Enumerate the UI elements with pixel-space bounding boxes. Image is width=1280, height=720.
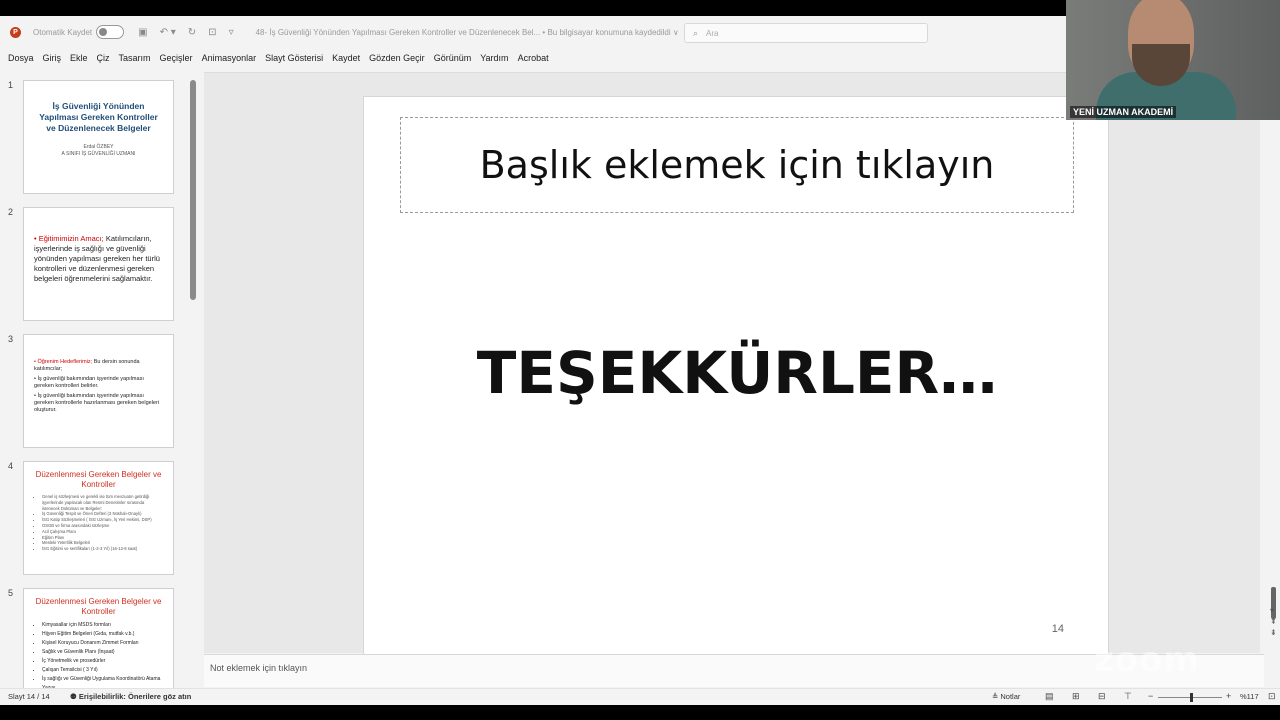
slide-thumbnail-4[interactable]: Düzenlenmesi Gereken Belgeler ve Kontrol… (23, 461, 174, 575)
search-box[interactable]: ⌕ Ara (684, 23, 928, 43)
zoom-level[interactable]: %117 (1240, 692, 1259, 701)
thumbnail-number: 5 (8, 588, 14, 598)
list-item: Çalışan Temsilcisi ( 3 Yıl) (42, 666, 163, 675)
slide-sorter-icon[interactable]: ⊞ (1072, 691, 1080, 702)
search-placeholder: Ara (706, 28, 719, 38)
thumbnail-lead: • Eğitimimizin Amacı; (34, 234, 104, 243)
list-item: İSG Eğitimi ve sertifikaları (1-2-3 Yıl)… (42, 546, 163, 552)
undo-icon[interactable]: ↶ ▾ (160, 27, 176, 38)
list-item: Sağlık ve Güvenlik Planı (İnşaat) (42, 648, 163, 657)
tab-kaydet[interactable]: Kaydet (332, 53, 360, 63)
tab-acrobat[interactable]: Acrobat (518, 53, 549, 63)
slide-thumbnail-3[interactable]: • Öğrenim Hedeflerimiz; Bu dersin sonund… (23, 334, 174, 448)
slide-thumbnail-1[interactable]: İş Güvenliği Yönünden Yapılması Gereken … (23, 80, 174, 194)
tab-gozden-gecir[interactable]: Gözden Geçir (369, 53, 425, 63)
current-slide: Başlık eklemek için tıklayın TEŞEKKÜRLER… (363, 96, 1109, 656)
zoom-in-icon[interactable]: + (1226, 691, 1231, 701)
title-placeholder-text: Başlık eklemek için tıklayın (479, 143, 995, 187)
tab-ekle[interactable]: Ekle (70, 53, 88, 63)
tab-gecisler[interactable]: Geçişler (160, 53, 193, 63)
thumbnail-number: 4 (8, 461, 14, 471)
webcam-name-label: YENİ UZMAN AKADEMİ (1070, 106, 1177, 118)
thumbnail-number: 1 (8, 80, 14, 90)
tab-gorunum[interactable]: Görünüm (434, 53, 472, 63)
present-icon[interactable]: ⊡ (208, 27, 216, 38)
autosave-label: Otomatik Kaydet (33, 27, 93, 37)
scroll-down-icon[interactable]: ▾ (1270, 606, 1274, 615)
tab-slayt-gosterisi[interactable]: Slayt Gösterisi (265, 53, 323, 63)
slide-thumbnail-5[interactable]: Düzenlenmesi Gereken Belgeler ve Kontrol… (23, 588, 174, 688)
autosave-toggle[interactable] (96, 25, 125, 39)
reading-view-icon[interactable]: ⊟ (1098, 691, 1106, 702)
thumbnail-role: A SINIFI İŞ GÜVENLİĞİ UZMANI (61, 151, 136, 157)
thumbnail-title: Düzenlenmesi Gereken Belgeler ve Kontrol… (35, 470, 162, 489)
search-icon: ⌕ (693, 27, 699, 38)
tab-ciz[interactable]: Çiz (97, 53, 110, 63)
thumbnail-author: Erdal ÖZBEY (83, 144, 114, 150)
thumbnail-number: 2 (8, 207, 14, 217)
slide-counter: Slayt 14 / 14 (8, 692, 50, 701)
accessibility-icon: ⚉ (70, 692, 79, 701)
thumbnail-lead: • Öğrenim Hedeflerimiz; (34, 359, 93, 365)
powerpoint-logo-icon: P (10, 26, 21, 38)
tab-tasarim[interactable]: Tasarım (119, 53, 151, 63)
redo-icon[interactable]: ↻ (188, 27, 196, 38)
list-item: Kişisel Koruyucu Donanım Zimmet Formları (42, 639, 163, 648)
tab-giris[interactable]: Giriş (43, 53, 62, 63)
save-icon[interactable]: ▣ (138, 27, 147, 38)
slideshow-view-icon[interactable]: ⊤ (1124, 691, 1132, 702)
fit-slide-icon[interactable]: ⊡ (1268, 691, 1276, 702)
tab-dosya[interactable]: Dosya (8, 53, 34, 63)
webcam-overlay: YENİ UZMAN AKADEMİ (1066, 0, 1280, 120)
accessibility-status[interactable]: ⚉ Erişilebilirlik: Önerilere göz atın (70, 692, 191, 701)
notes-toggle[interactable]: ≜ Notlar (992, 692, 1020, 701)
slide-body-text[interactable]: TEŞEKKÜRLER… (364, 339, 1110, 407)
list-item: Hijyen Eğitim Belgeleri (Gıda, mutfak v.… (42, 630, 163, 639)
thumbnail-scrollbar[interactable] (190, 80, 196, 300)
tab-animasyonlar[interactable]: Animasyonlar (202, 53, 257, 63)
status-bar: Slayt 14 / 14 ⚉ Erişilebilirlik: Önerile… (0, 688, 1280, 705)
zoom-watermark: zoom (1094, 640, 1200, 680)
list-item: İç Yönetmelik ve prosedürler (42, 657, 163, 666)
thumbnail-title: Düzenlenmesi Gereken Belgeler ve Kontrol… (35, 597, 162, 616)
thumbnail-bullet: • İş güvenliği bakımından işyerinde yapı… (34, 393, 160, 413)
customize-qat-icon[interactable]: ▿ (229, 27, 234, 38)
notes-placeholder: Not eklemek için tıklayın (210, 663, 308, 673)
list-item: İş sağlığı ve Güvenliği Uygulama Koordin… (42, 675, 163, 688)
slide-number: 14 (1051, 623, 1064, 635)
accessibility-label: Erişilebilirlik: Önerilere göz atın (78, 692, 192, 701)
zoom-slider-handle[interactable] (1190, 693, 1193, 702)
list-item: Genel iş sözleşmesi ve gerekli ise tüm m… (42, 494, 163, 511)
thumbnail-title: İş Güvenliği Yönünden Yapılması Gereken … (39, 101, 158, 133)
zoom-out-icon[interactable]: − (1148, 691, 1153, 701)
thumbnail-number: 3 (8, 334, 14, 344)
next-slide-icon[interactable]: ⇟ (1270, 628, 1277, 637)
title-placeholder[interactable]: Başlık eklemek için tıklayın (400, 117, 1074, 213)
slide-thumbnail-pane: 1 İş Güvenliği Yönünden Yapılması Gereke… (0, 72, 200, 688)
normal-view-icon[interactable]: ▤ (1045, 691, 1054, 702)
tab-yardim[interactable]: Yardım (480, 53, 508, 63)
previous-slide-icon[interactable]: ⇞ (1270, 617, 1277, 626)
list-item: Kimyasallar için MSDS formları (42, 621, 163, 630)
document-title[interactable]: 48- İş Güvenliği Yönünden Yapılması Gere… (256, 28, 679, 37)
thumbnail-bullet: • İş güvenliği bakımından işyerinde yapı… (34, 376, 144, 389)
notes-label: Notlar (1000, 692, 1021, 701)
slide-thumbnail-2[interactable]: • Eğitimimizin Amacı; Katılımcıların, iş… (23, 207, 174, 321)
